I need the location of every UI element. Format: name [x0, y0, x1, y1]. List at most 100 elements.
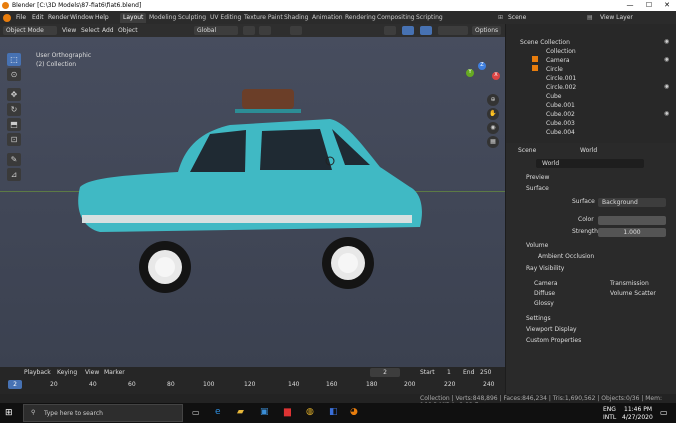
- panel-ambient-occlusion[interactable]: Ambient Occlusion: [538, 252, 676, 262]
- notification-icon[interactable]: ▭: [660, 408, 668, 417]
- visibility-icon[interactable]: [384, 26, 396, 35]
- menu-file[interactable]: File: [16, 13, 26, 22]
- strength-field[interactable]: 1.000: [598, 228, 666, 237]
- blender-menu-icon[interactable]: [3, 14, 11, 22]
- panel-surface[interactable]: Surface: [526, 184, 674, 194]
- menu-help[interactable]: Help: [95, 13, 109, 22]
- gizmo-icon[interactable]: [402, 26, 414, 35]
- outliner-item[interactable]: Cube.002: [506, 110, 676, 119]
- orientation-dropdown[interactable]: Global: [194, 26, 238, 35]
- timeline-marker[interactable]: Marker: [104, 369, 125, 376]
- world-name-field[interactable]: World: [536, 159, 644, 168]
- language-indicator[interactable]: ENG: [603, 406, 616, 413]
- tab-texture-paint[interactable]: Texture Paint: [241, 13, 286, 23]
- tab-animation[interactable]: Animation: [309, 13, 346, 23]
- x-axis-icon[interactable]: X: [492, 72, 500, 80]
- app-icon[interactable]: ◧: [329, 407, 338, 417]
- outliner-scene-collection[interactable]: Scene Collection: [506, 38, 676, 47]
- ray-glossy-checkbox[interactable]: Glossy: [534, 300, 554, 307]
- menu-view[interactable]: View: [59, 26, 79, 35]
- timeline-keying[interactable]: Keying: [57, 369, 77, 376]
- maximize-button[interactable]: ☐: [641, 0, 657, 11]
- overlay-icon[interactable]: [420, 26, 432, 35]
- ray-camera-checkbox[interactable]: Camera: [534, 280, 558, 287]
- timeline-view[interactable]: View: [85, 369, 99, 376]
- blender-taskbar-icon[interactable]: ◕: [350, 407, 358, 417]
- shading-modes[interactable]: [438, 26, 468, 35]
- pivot-icon[interactable]: [243, 26, 255, 35]
- snap-icon[interactable]: [259, 26, 271, 35]
- menu-object[interactable]: Object: [115, 26, 141, 35]
- outliner-item[interactable]: Cube.003: [506, 119, 676, 128]
- scene-selector[interactable]: Scene: [508, 13, 526, 22]
- ray-volume-scatter-checkbox[interactable]: Volume Scatter: [610, 290, 656, 297]
- pan-icon[interactable]: ✋: [487, 108, 499, 120]
- tab-layout[interactable]: Layout: [120, 13, 147, 23]
- z-axis-icon[interactable]: Z: [478, 62, 486, 70]
- eye-icon[interactable]: ◉: [664, 83, 669, 90]
- panel-ray-visibility[interactable]: Ray Visibility: [526, 264, 674, 274]
- panel-volume[interactable]: Volume: [526, 241, 674, 251]
- eye-icon[interactable]: ◉: [664, 38, 669, 45]
- clock-time[interactable]: 11:46 PM: [624, 406, 652, 413]
- app-icon[interactable]: ▆: [284, 407, 291, 417]
- camera-view-icon[interactable]: ◉: [487, 122, 499, 134]
- y-axis-icon[interactable]: Y: [466, 69, 474, 77]
- current-frame-field[interactable]: 2: [370, 368, 400, 377]
- windows-start-icon[interactable]: ⊞: [5, 408, 13, 418]
- ray-diffuse-checkbox[interactable]: Diffuse: [534, 290, 555, 297]
- panel-preview[interactable]: Preview: [526, 173, 674, 183]
- minimize-button[interactable]: —: [622, 0, 638, 11]
- tab-shading[interactable]: Shading: [281, 13, 311, 23]
- tab-sculpting[interactable]: Sculpting: [175, 13, 209, 23]
- panel-custom-properties[interactable]: Custom Properties: [526, 336, 674, 346]
- task-view-icon[interactable]: ▭: [192, 408, 200, 417]
- surface-dropdown[interactable]: Background: [598, 198, 666, 207]
- annotate-tool-icon[interactable]: ✎: [7, 153, 21, 166]
- ray-transmission-checkbox[interactable]: Transmission: [610, 280, 649, 287]
- proportional-icon[interactable]: [290, 26, 302, 35]
- outliner-item[interactable]: Cube.004: [506, 128, 676, 137]
- view-layer-selector[interactable]: View Layer: [600, 13, 633, 22]
- select-box-icon[interactable]: ⬚: [7, 53, 21, 66]
- language-variant[interactable]: INTL: [603, 414, 616, 421]
- menu-window[interactable]: Window: [70, 13, 94, 22]
- scale-tool-icon[interactable]: ⬒: [7, 118, 21, 131]
- start-frame[interactable]: 1: [447, 369, 451, 376]
- tab-uv-editing[interactable]: UV Editing: [207, 13, 244, 23]
- move-tool-icon[interactable]: ✥: [7, 88, 21, 101]
- store-icon[interactable]: ▣: [260, 407, 269, 417]
- outliner-item[interactable]: Cube.001: [506, 101, 676, 110]
- file-explorer-icon[interactable]: ▰: [237, 407, 244, 417]
- color-swatch[interactable]: [598, 216, 666, 225]
- panel-viewport-display[interactable]: Viewport Display: [526, 325, 674, 335]
- rotate-tool-icon[interactable]: ↻: [7, 103, 21, 116]
- 3d-viewport[interactable]: User Orthographic (2) Collection Z X Y ⊕…: [0, 37, 505, 367]
- timeline-playback[interactable]: Playback: [24, 369, 51, 376]
- outliner-item[interactable]: Circle.002: [506, 83, 676, 92]
- eye-icon[interactable]: ◉: [664, 110, 669, 117]
- menu-render[interactable]: Render: [48, 13, 69, 22]
- transform-tool-icon[interactable]: ⊡: [7, 133, 21, 146]
- outliner-item[interactable]: Collection: [506, 47, 676, 56]
- end-frame[interactable]: 250: [480, 369, 491, 376]
- edge-icon[interactable]: e: [215, 407, 221, 417]
- measure-tool-icon[interactable]: ⊿: [7, 168, 21, 181]
- panel-settings[interactable]: Settings: [526, 314, 674, 324]
- chrome-icon[interactable]: ◍: [306, 407, 314, 417]
- outliner-item[interactable]: Cube: [506, 92, 676, 101]
- car-model[interactable]: [70, 87, 440, 297]
- clock-date[interactable]: 4/27/2020: [622, 414, 653, 421]
- mode-dropdown[interactable]: Object Mode: [3, 26, 57, 35]
- menu-edit[interactable]: Edit: [32, 13, 44, 22]
- taskbar-search-box[interactable]: ⚲ Type here to search: [23, 404, 183, 422]
- tab-scripting[interactable]: Scripting: [413, 13, 446, 23]
- ortho-toggle-icon[interactable]: ▦: [487, 136, 499, 148]
- outliner-item[interactable]: Circle.001: [506, 74, 676, 83]
- cursor-tool-icon[interactable]: ⊙: [7, 68, 21, 81]
- menu-add[interactable]: Add: [99, 26, 117, 35]
- playhead[interactable]: 2: [8, 380, 22, 389]
- tab-compositing[interactable]: Compositing: [374, 13, 418, 23]
- options-dropdown[interactable]: Options: [472, 26, 502, 35]
- zoom-icon[interactable]: ⊕: [487, 94, 499, 106]
